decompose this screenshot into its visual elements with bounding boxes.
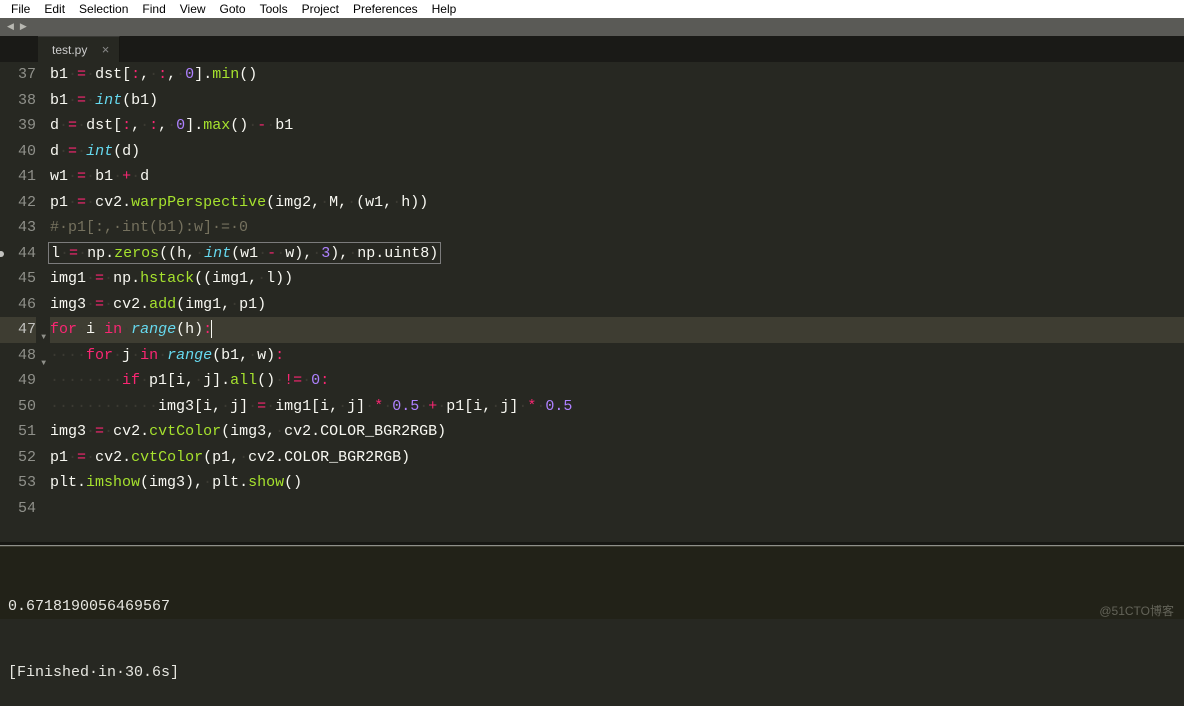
code-line[interactable]: w1·=·b1·+·d <box>50 164 1184 190</box>
code-line[interactable]: for·i·in·range(h): <box>50 317 1184 343</box>
fold-icon[interactable]: ▼ <box>41 351 46 377</box>
nav-forward-icon[interactable]: ▶ <box>19 22 28 32</box>
tab-label: test.py <box>52 43 87 57</box>
line-number: 38 <box>0 88 36 114</box>
line-number: 52 <box>0 445 36 471</box>
editor: 3738394041424344454647▼48▼495051525354 b… <box>0 62 1184 542</box>
gutter: 3738394041424344454647▼48▼495051525354 <box>0 62 44 542</box>
menu-item-goto[interactable]: Goto <box>213 2 253 16</box>
line-number: 54 <box>0 496 36 522</box>
line-number: 47▼ <box>0 317 36 343</box>
title-bar: ◀ ▶ <box>0 18 1184 36</box>
tab-bar: test.py × <box>0 36 1184 62</box>
code-line[interactable]: d·=·int(d) <box>50 139 1184 165</box>
fold-icon[interactable]: ▼ <box>41 325 46 351</box>
menu-item-project[interactable]: Project <box>295 2 346 16</box>
code-area[interactable]: b1·=·dst[:,·:,·0].min()b1·=·int(b1)d·=·d… <box>44 62 1184 542</box>
code-line[interactable]: img3·=·cv2.cvtColor(img3,·cv2.COLOR_BGR2… <box>50 419 1184 445</box>
console-line: 0.6718190056469567 <box>8 596 1176 618</box>
menu-item-tools[interactable]: Tools <box>253 2 295 16</box>
modified-dot-icon <box>0 251 4 257</box>
line-number: 41 <box>0 164 36 190</box>
menu-item-file[interactable]: File <box>4 2 37 16</box>
code-line[interactable]: p1·=·cv2.warpPerspective(img2,·M,·(w1,·h… <box>50 190 1184 216</box>
line-number: 50 <box>0 394 36 420</box>
line-number: 53 <box>0 470 36 496</box>
menu-item-edit[interactable]: Edit <box>37 2 72 16</box>
watermark: @51CTO博客 <box>1099 602 1174 619</box>
tab-test-py[interactable]: test.py × <box>38 36 120 62</box>
line-number: 49 <box>0 368 36 394</box>
text-cursor <box>211 320 212 338</box>
menu-item-view[interactable]: View <box>173 2 213 16</box>
code-line[interactable]: img3·=·cv2.add(img1,·p1) <box>50 292 1184 318</box>
nav-back-icon[interactable]: ◀ <box>6 22 15 32</box>
line-number: 48▼ <box>0 343 36 369</box>
output-console[interactable]: 0.6718190056469567 [Finished·in·30.6s] <box>0 546 1184 619</box>
code-line[interactable]: l·=·np.zeros((h,·int(w1·-·w),·3),·np.uin… <box>50 241 1184 267</box>
menu-item-preferences[interactable]: Preferences <box>346 2 425 16</box>
line-number: 45 <box>0 266 36 292</box>
menu-item-help[interactable]: Help <box>425 2 464 16</box>
menu-item-find[interactable]: Find <box>135 2 172 16</box>
line-number: 51 <box>0 419 36 445</box>
code-line[interactable]: img1·=·np.hstack((img1,·l)) <box>50 266 1184 292</box>
code-line[interactable]: ············img3[i,·j]·=·img1[i,·j]·*·0.… <box>50 394 1184 420</box>
menu-item-selection[interactable]: Selection <box>72 2 135 16</box>
code-line[interactable] <box>50 496 1184 522</box>
code-line[interactable]: plt.imshow(img3),·plt.show() <box>50 470 1184 496</box>
line-number: 43 <box>0 215 36 241</box>
code-line[interactable]: p1·=·cv2.cvtColor(p1,·cv2.COLOR_BGR2RGB) <box>50 445 1184 471</box>
code-line[interactable]: d·=·dst[:,·:,·0].max()·-·b1 <box>50 113 1184 139</box>
code-line[interactable]: ········if·p1[i,·j].all()·!=·0: <box>50 368 1184 394</box>
line-number: 37 <box>0 62 36 88</box>
find-match-box: l·=·np.zeros((h,·int(w1·-·w),·3),·np.uin… <box>48 242 441 264</box>
line-number: 42 <box>0 190 36 216</box>
line-number: 46 <box>0 292 36 318</box>
console-line: [Finished·in·30.6s] <box>8 662 1176 684</box>
close-icon[interactable]: × <box>102 42 110 57</box>
menu-bar: FileEditSelectionFindViewGotoToolsProjec… <box>0 0 1184 18</box>
code-line[interactable]: #·p1[:,·int(b1):w]·=·0 <box>50 215 1184 241</box>
code-line[interactable]: b1·=·int(b1) <box>50 88 1184 114</box>
line-number: 44 <box>0 241 36 267</box>
code-line[interactable]: ····for·j·in·range(b1,·w): <box>50 343 1184 369</box>
line-number: 39 <box>0 113 36 139</box>
line-number: 40 <box>0 139 36 165</box>
code-line[interactable]: b1·=·dst[:,·:,·0].min() <box>50 62 1184 88</box>
